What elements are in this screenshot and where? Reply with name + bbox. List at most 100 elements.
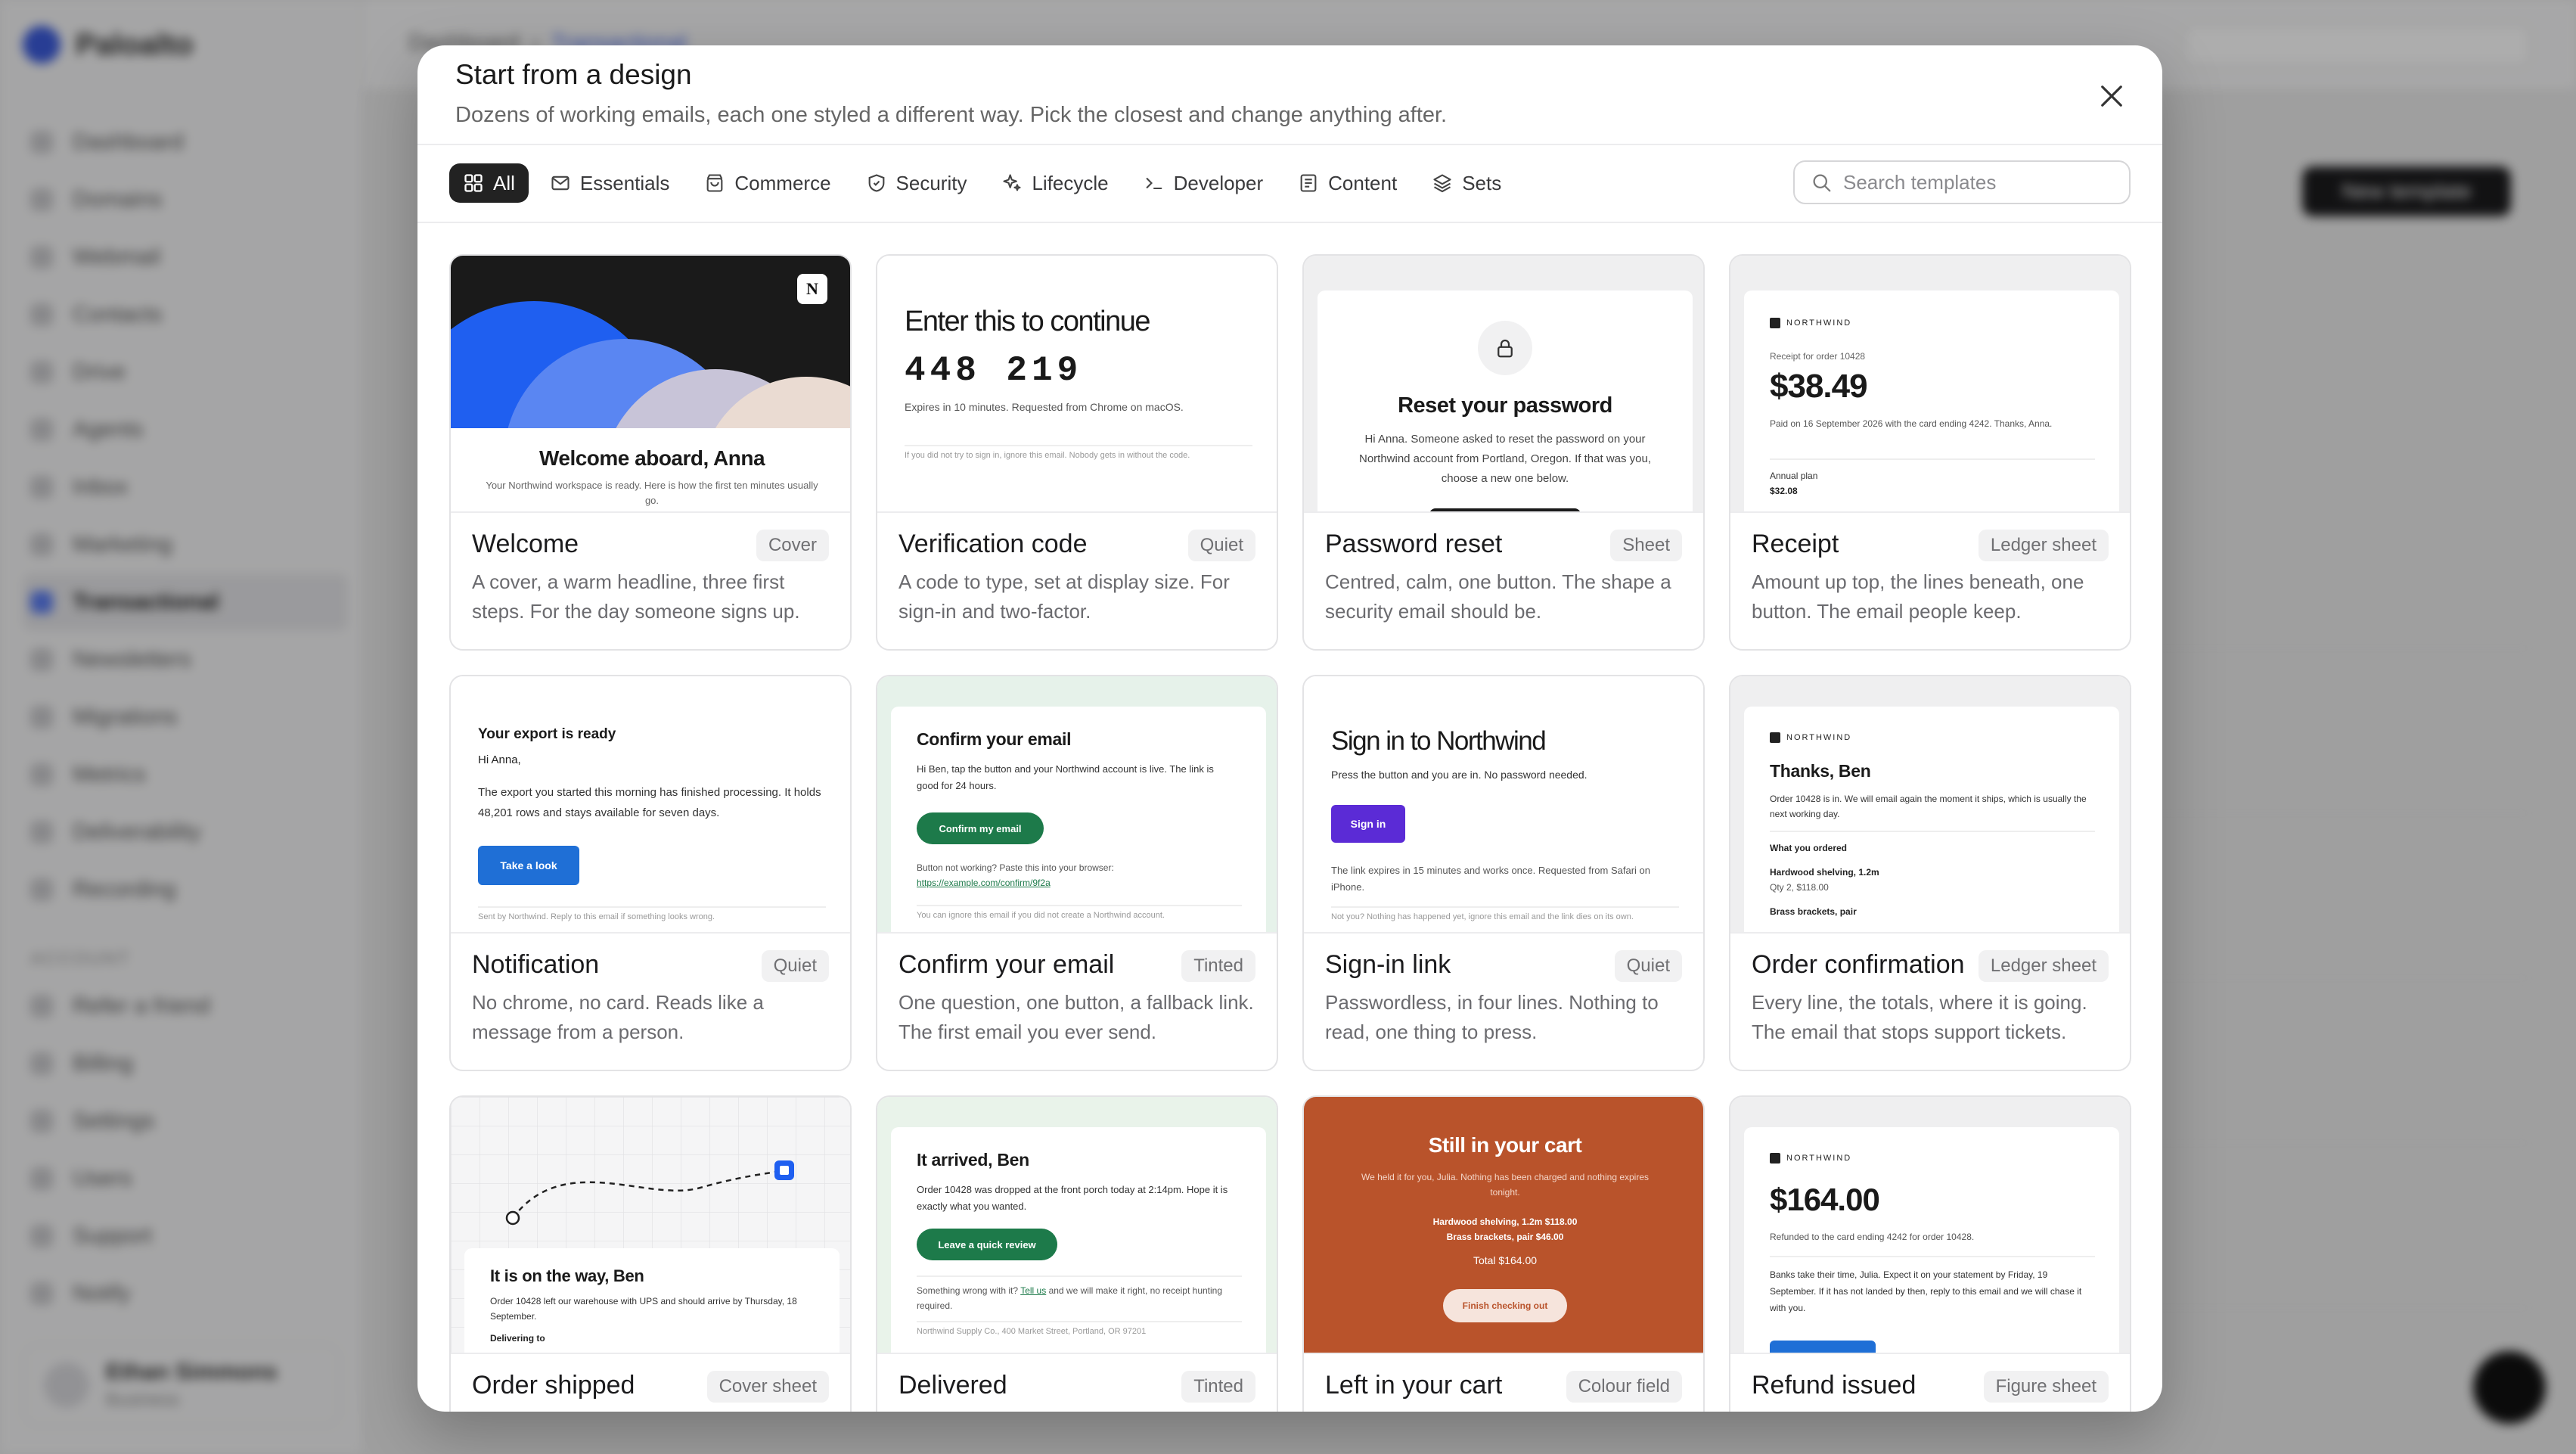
template-style-badge: Cover	[756, 530, 829, 561]
northwind-brand: NORTHWIND	[1770, 732, 1851, 743]
template-name: Verification code	[898, 530, 1088, 558]
preview-fallback: Button not working? Paste this into your…	[917, 862, 1114, 873]
template-style-badge: Quiet	[1187, 530, 1255, 561]
template-card-order-shipped[interactable]: It is on the way, Ben Order 10428 left o…	[449, 1095, 852, 1412]
preview-text: Order 10428 left our warehouse with UPS …	[490, 1296, 797, 1322]
template-card-order-confirmation[interactable]: NORTHWIND Thanks, Ben Order 10428 is in.…	[1729, 675, 2131, 1071]
preview-link: Tell us	[1020, 1285, 1047, 1296]
template-card-confirm-email[interactable]: Confirm your email Hi Ben, tap the butto…	[876, 675, 1278, 1071]
filter-essentials[interactable]: Essentials	[536, 163, 684, 203]
template-description: Centred, calm, one button. The shape a s…	[1325, 570, 1671, 623]
template-card-refund-issued[interactable]: NORTHWIND $164.00 Refunded to the card e…	[1729, 1095, 2131, 1412]
divider	[917, 1275, 1242, 1277]
template-preview: Confirm your email Hi Ben, tap the butto…	[877, 676, 1277, 934]
filter-lifecycle[interactable]: Lifecycle	[988, 163, 1122, 203]
preview-sheet: NORTHWIND $164.00 Refunded to the card e…	[1744, 1127, 2119, 1353]
divider	[478, 906, 826, 908]
shield-icon	[868, 174, 884, 192]
northwind-brand: NORTHWIND	[1770, 318, 1851, 328]
preview-item: Brass brackets, pair $46.00	[1446, 1232, 1564, 1242]
preview-line-value: $32.08	[1770, 486, 1798, 496]
preview-text: Expires in 10 minutes. Requested from Ch…	[905, 401, 1184, 413]
northwind-logo-icon: N	[797, 274, 827, 304]
template-name: Order shipped	[472, 1371, 635, 1400]
template-description: Every line, the totals, where it is goin…	[1752, 991, 2087, 1043]
template-card-receipt[interactable]: NORTHWIND Receipt for order 10428 $38.49…	[1729, 254, 2131, 651]
template-style-badge: Ledger sheet	[1978, 530, 2109, 561]
divider	[917, 905, 1242, 906]
preview-button	[1429, 508, 1581, 511]
divider	[1770, 1256, 2095, 1257]
preview-item-meta: Qty 2, $118.00	[1770, 882, 1829, 893]
preview-caption: Refunded to the card ending 4242 for ord…	[1770, 1232, 1975, 1242]
preview-headline: Thanks, Ben	[1770, 761, 1871, 781]
template-preview: It is on the way, Ben Order 10428 left o…	[451, 1097, 850, 1354]
preview-total: Total $164.00	[1473, 1254, 1538, 1266]
template-card-notification[interactable]: Your export is ready Hi Anna, The export…	[449, 675, 852, 1071]
template-description: Amount up top, the lines beneath, one bu…	[1752, 570, 2084, 623]
template-card-password-reset[interactable]: Reset your password Hi Anna. Someone ask…	[1302, 254, 1705, 651]
northwind-logo-icon	[1770, 732, 1780, 743]
template-name: Left in your cart	[1325, 1371, 1503, 1400]
modal-header: Start from a design Dozens of working em…	[417, 45, 2162, 144]
template-picker-modal: Start from a design Dozens of working em…	[417, 45, 2162, 1412]
category-filters: All Essentials Commerce Security Lifecyc…	[449, 163, 1515, 203]
template-card-sign-in-link[interactable]: Sign in to Northwind Press the button an…	[1302, 675, 1705, 1071]
divider	[917, 1321, 1242, 1322]
sparkle-icon	[1003, 174, 1022, 191]
filter-commerce[interactable]: Commerce	[691, 163, 844, 203]
template-name: Receipt	[1752, 530, 1839, 558]
template-card-welcome[interactable]: N Welcome aboard, Anna Your Northwind wo…	[449, 254, 852, 651]
preview-button: Confirm my email	[917, 812, 1044, 844]
preview-sheet: Confirm your email Hi Ben, tap the butto…	[891, 707, 1266, 932]
northwind-brand: NORTHWIND	[1770, 1153, 1851, 1164]
preview-text: Press the button and you are in. No pass…	[1331, 769, 1587, 781]
filter-sets[interactable]: Sets	[1418, 163, 1515, 203]
filter-all[interactable]: All	[449, 163, 529, 203]
search-input[interactable]	[1843, 170, 2115, 194]
template-card-verification-code[interactable]: Enter this to continue 448 219 Expires i…	[876, 254, 1278, 651]
preview-text: Order 10428 is in. We will email again t…	[1770, 794, 2087, 819]
filter-security[interactable]: Security	[852, 163, 981, 203]
preview-text: Banks take their time, Julia. Expect it …	[1770, 1269, 2082, 1313]
preview-footer: Not you? Nothing has happened yet, ignor…	[1331, 912, 1634, 921]
template-description: One question, one button, a fallback lin…	[898, 991, 1254, 1043]
divider	[905, 445, 1252, 446]
preview-text: Hi Anna. Someone asked to reset the pass…	[1358, 433, 1652, 485]
close-icon	[2101, 85, 2122, 107]
template-style-badge: Quiet	[1614, 950, 1682, 982]
divider	[417, 222, 2162, 223]
template-style-badge: Sheet	[1610, 530, 1682, 561]
template-preview: NORTHWIND $164.00 Refunded to the card e…	[1730, 1097, 2130, 1354]
preview-amount: $164.00	[1770, 1182, 1880, 1217]
preview-headline: It is on the way, Ben	[490, 1266, 644, 1285]
template-search[interactable]	[1793, 160, 2131, 204]
template-card-left-in-cart[interactable]: Still in your cart We held it for you, J…	[1302, 1095, 1705, 1412]
template-style-badge: Figure sheet	[1983, 1371, 2109, 1403]
preview-item: Hardwood shelving, 1.2m	[1770, 867, 1879, 878]
modal-subtitle: Dozens of working emails, each one style…	[455, 103, 1448, 127]
preview-headline: Still in your cart	[1428, 1133, 1582, 1157]
bag-icon	[707, 174, 723, 192]
mail-icon	[551, 176, 570, 191]
preview-headline: Sign in to Northwind	[1331, 726, 1547, 756]
lock-icon	[1478, 321, 1532, 375]
template-style-badge: Ledger sheet	[1978, 950, 2109, 982]
preview-code: 448 219	[905, 351, 1083, 390]
template-card-delivered[interactable]: It arrived, Ben Order 10428 was dropped …	[876, 1095, 1278, 1412]
filter-developer[interactable]: Developer	[1130, 163, 1277, 203]
northwind-logo-icon	[1770, 1153, 1780, 1164]
template-preview: Still in your cart We held it for you, J…	[1304, 1097, 1703, 1354]
preview-text: The export you started this morning has …	[478, 786, 821, 819]
preview-greeting: Hi Anna,	[478, 753, 521, 766]
preview-sheet: Reset your password Hi Anna. Someone ask…	[1317, 290, 1693, 511]
template-name: Order confirmation	[1752, 950, 1965, 979]
filter-content[interactable]: Content	[1284, 163, 1411, 203]
template-preview: N Welcome aboard, Anna Your Northwind wo…	[451, 256, 850, 513]
preview-body: Welcome aboard, Anna Your Northwind work…	[451, 428, 850, 511]
preview-subheading: Delivering to	[490, 1333, 545, 1344]
close-button[interactable]	[2096, 80, 2128, 112]
divider	[1770, 831, 2095, 832]
divider	[417, 144, 2162, 145]
preview-item: Brass brackets, pair	[1770, 906, 1857, 917]
